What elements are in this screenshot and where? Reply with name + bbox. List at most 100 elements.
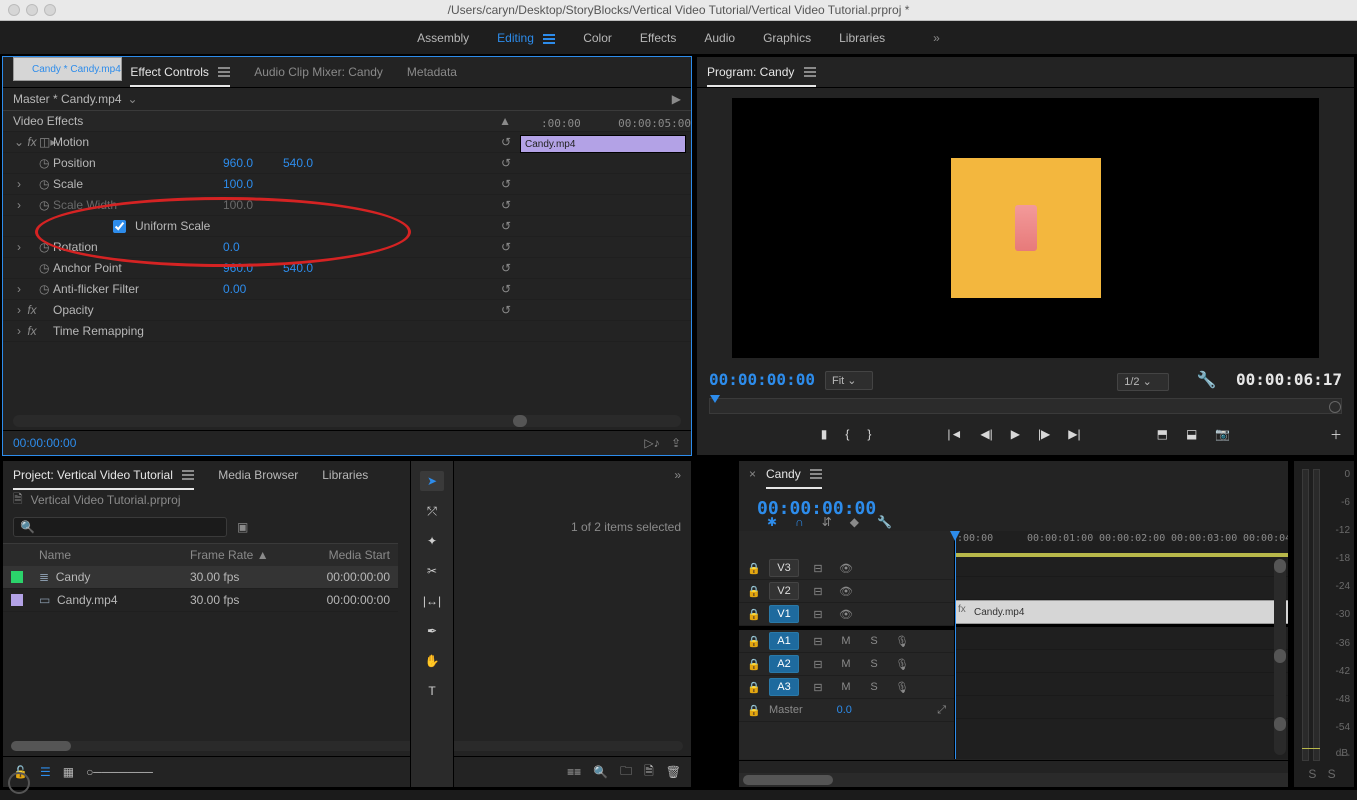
value-rotation[interactable]: 0.0 <box>223 240 283 254</box>
program-ruler[interactable] <box>709 398 1342 414</box>
snap-icon[interactable]: ✱ <box>767 515 777 529</box>
type-tool[interactable]: T <box>420 681 444 701</box>
reset-icon[interactable]: ↺ <box>501 219 511 233</box>
mic-icon[interactable]: 🎙 <box>893 635 911 648</box>
minimize-window-icon[interactable] <box>26 4 38 16</box>
effect-controls-ruler[interactable]: :00:00 00:00:05:00 <box>521 109 691 137</box>
workspace-editing[interactable]: Editing <box>497 31 555 45</box>
marker-icon[interactable]: ◆ <box>850 515 859 529</box>
track-tag[interactable]: A1 <box>769 632 799 650</box>
zoom-window-icon[interactable] <box>44 4 56 16</box>
track-v3[interactable]: 🔒V3⊟👁 <box>739 557 954 580</box>
program-monitor-canvas[interactable] <box>732 98 1319 358</box>
menu-icon[interactable] <box>543 34 555 44</box>
workspace-color[interactable]: Color <box>583 31 612 45</box>
find-icon[interactable]: 🔍 <box>593 765 608 779</box>
lane-v2[interactable] <box>955 577 1288 600</box>
track-tag[interactable]: A3 <box>769 678 799 696</box>
export-frame-button[interactable]: 📷 <box>1215 427 1230 441</box>
mute-button[interactable]: M <box>837 681 855 693</box>
lane-v3[interactable] <box>955 554 1288 577</box>
trash-button[interactable]: 🗑 <box>666 765 681 779</box>
button-editor-icon[interactable]: ＋ <box>1330 426 1342 443</box>
motion-box-icon[interactable]: ◫▸ <box>39 135 53 149</box>
track-tag[interactable]: A2 <box>769 655 799 673</box>
timeline-track-area[interactable]: :00:00 00:00:01:00 00:00:02:00 00:00:03:… <box>955 531 1288 759</box>
col-name[interactable]: Name <box>39 548 190 562</box>
table-row[interactable]: ≣ Candy 30.00 fps 00:00:00:00 <box>3 566 398 589</box>
reset-icon[interactable]: ↺ <box>501 177 511 191</box>
effect-opacity[interactable]: ›fx Opacity ↺ <box>3 300 691 321</box>
eye-icon[interactable]: 👁 <box>837 608 855 621</box>
workspace-graphics[interactable]: Graphics <box>763 31 811 45</box>
track-master[interactable]: 🔒Master0.0⤢ <box>739 699 954 722</box>
slip-tool[interactable]: |↔| <box>420 591 444 611</box>
play-icon[interactable]: ▶ <box>672 92 681 106</box>
reset-icon[interactable]: ↺ <box>501 135 511 149</box>
workspace-effects[interactable]: Effects <box>640 31 676 45</box>
mark-out-button[interactable]: } <box>867 427 871 441</box>
value-anchor-y[interactable]: 540.0 <box>283 261 343 275</box>
scrollbar-vertical[interactable] <box>1274 559 1286 755</box>
track-a2[interactable]: 🔒A2⊟MS🎙 <box>739 653 954 676</box>
workspace-libraries[interactable]: Libraries <box>839 31 885 45</box>
uniform-scale-checkbox[interactable]: Uniform Scale <box>109 217 210 236</box>
twirl-icon[interactable]: › <box>13 177 25 191</box>
track-v1[interactable]: 🔒V1⊟👁 <box>739 603 954 626</box>
filter-bin-icon[interactable]: ▣ <box>237 520 248 534</box>
reset-icon[interactable]: ↺ <box>501 282 511 296</box>
tab-media-browser[interactable]: Media Browser <box>218 462 298 488</box>
menu-icon[interactable] <box>218 67 230 77</box>
track-a3[interactable]: 🔒A3⊟MS🎙 <box>739 676 954 699</box>
stopwatch-icon[interactable]: ◷ <box>39 177 53 191</box>
lock-icon[interactable]: 🔒 <box>747 585 759 598</box>
linked-selection-icon[interactable]: ⇵ <box>822 515 832 529</box>
instance-clip-label[interactable]: Candy * Candy.mp4 <box>13 57 122 81</box>
tab-libraries[interactable]: Libraries <box>322 462 368 488</box>
effect-time-remapping[interactable]: ›fx Time Remapping <box>3 321 691 342</box>
master-clip-label[interactable]: Master * Candy.mp4 <box>13 92 122 106</box>
overflow-icon[interactable]: » <box>674 468 681 482</box>
solo-button[interactable]: S <box>865 681 883 693</box>
value-antiflicker[interactable]: 0.00 <box>223 282 283 296</box>
col-frame-rate[interactable]: Frame Rate ▲ <box>190 548 300 562</box>
stopwatch-icon[interactable]: ◷ <box>39 261 53 275</box>
razor-tool[interactable]: ✂ <box>420 561 444 581</box>
lane-a3[interactable] <box>955 673 1288 696</box>
timeline-ruler[interactable]: :00:00 00:00:01:00 00:00:02:00 00:00:03:… <box>955 531 1288 554</box>
effect-controls-clip-bar[interactable]: Candy.mp4 <box>520 135 686 153</box>
ripple-tool[interactable]: ✦ <box>420 531 444 551</box>
table-row[interactable]: ▭ Candy.mp4 30.00 fps 00:00:00:00 <box>3 589 398 612</box>
go-to-in-button[interactable]: |◄ <box>947 427 962 441</box>
close-window-icon[interactable] <box>8 4 20 16</box>
lock-icon[interactable]: 🔒 <box>747 681 759 694</box>
solo-button[interactable]: S <box>865 658 883 670</box>
lift-button[interactable]: ⬒ <box>1157 427 1168 441</box>
track-a1[interactable]: 🔒A1⊟MS🎙 <box>739 630 954 653</box>
lock-icon[interactable]: 🔒 <box>747 704 759 717</box>
reset-icon[interactable]: ↺ <box>501 261 511 275</box>
track-output-icon[interactable]: ⊟ <box>809 562 827 575</box>
new-bin-button[interactable]: 🗀 <box>620 762 632 783</box>
track-tag[interactable]: V1 <box>769 605 799 623</box>
tab-effect-controls[interactable]: Effect Controls <box>130 59 230 87</box>
workspace-assembly[interactable]: Assembly <box>417 31 469 45</box>
solo-button[interactable]: S <box>865 635 883 647</box>
scrollbar-horizontal[interactable] <box>11 741 683 751</box>
ruler-endcap[interactable] <box>1329 401 1341 413</box>
scrollbar-horizontal[interactable] <box>13 415 681 427</box>
auto-sequence-icon[interactable]: ≡≡ <box>567 765 581 779</box>
label-color[interactable] <box>11 571 23 583</box>
search-input[interactable]: 🔍 <box>13 517 227 537</box>
loop-icon[interactable]: ▷♪ <box>644 436 659 450</box>
lock-icon[interactable]: 🔒 <box>747 635 759 648</box>
collapse-icon[interactable]: ▲ <box>499 114 511 128</box>
track-select-tool[interactable]: ⤱ <box>420 501 444 521</box>
timeline-playhead[interactable] <box>955 531 956 759</box>
lock-icon[interactable]: 🔒 <box>747 562 759 575</box>
lane-a1[interactable] <box>955 627 1288 650</box>
lane-master[interactable] <box>955 696 1288 719</box>
go-to-out-button[interactable]: ▶| <box>1068 427 1080 441</box>
scrollbar-horizontal[interactable] <box>739 773 1288 787</box>
lock-icon[interactable]: 🔒 <box>747 608 759 621</box>
